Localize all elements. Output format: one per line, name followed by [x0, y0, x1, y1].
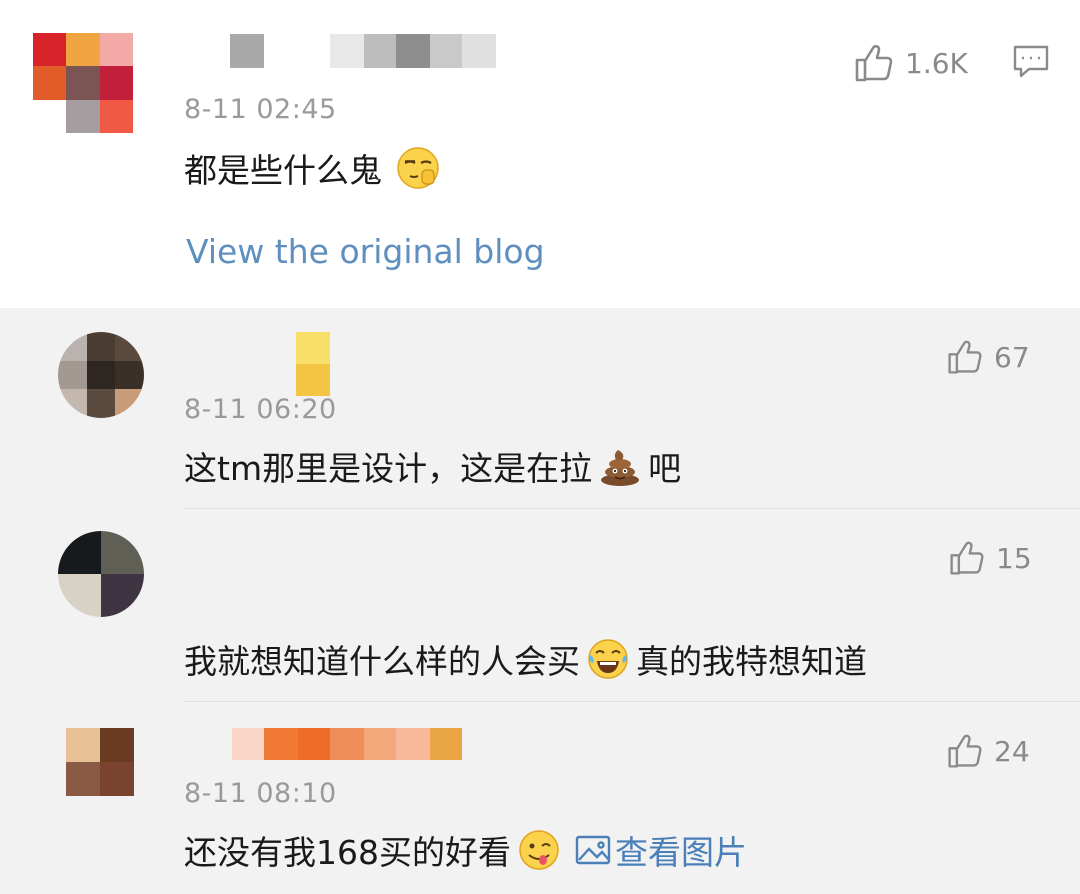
comment-text-content: 我就想知道什么样的人会买 [184, 642, 580, 681]
thumb-up-icon [855, 44, 893, 82]
image-icon [575, 835, 611, 865]
thumb-up-icon [948, 340, 982, 374]
hand-over-mouth-emoji [397, 147, 439, 189]
comment-text-suffix: 吧 [648, 449, 682, 488]
comment-time: 8-11 06:20 [184, 394, 337, 425]
comment-text-content: 都是些什么鬼 [184, 151, 382, 190]
comment-text-suffix: 真的我特想知道 [636, 642, 867, 681]
like-count: 24 [994, 734, 1030, 768]
username-blurred[interactable] [232, 728, 462, 760]
list-item: 24 8-11 08:10 还没有我168买的好看 查看图片 [0, 702, 1080, 894]
avatar[interactable] [58, 332, 144, 418]
thumb-up-icon [948, 734, 982, 768]
comment-icon[interactable] [1012, 44, 1050, 80]
poop-emoji [601, 450, 640, 486]
comment-text-content: 这tm那里是设计，这是在拉 [184, 449, 593, 488]
like-count: 15 [996, 541, 1032, 575]
comment-text: 都是些什么鬼 [184, 144, 446, 192]
avatar[interactable] [33, 33, 133, 133]
view-original-blog-link[interactable]: View the original blog [186, 232, 545, 271]
comment-text: 这tm那里是设计，这是在拉 吧 [184, 442, 681, 490]
list-item: 15 我就想知道什么样的人会买 真的我特想知道 [0, 509, 1080, 701]
like-count: 67 [994, 340, 1030, 374]
view-image-link[interactable]: 查看图片 [575, 826, 747, 874]
list-item: 67 8-11 06:20 这tm那里是设计，这是在拉 吧 [0, 308, 1080, 508]
comment-text: 还没有我168买的好看 查看图片 [184, 826, 747, 874]
username-blurred[interactable] [296, 332, 330, 396]
like-button[interactable]: 67 [946, 338, 1030, 376]
like-button[interactable]: 1.6K [853, 42, 968, 84]
comment-time: 8-11 02:45 [184, 94, 337, 125]
avatar[interactable] [66, 728, 134, 796]
yum-emoji [519, 830, 559, 870]
like-button[interactable]: 24 [946, 732, 1030, 770]
view-image-label: 查看图片 [615, 833, 747, 872]
comment-time: 8-11 08:10 [184, 778, 337, 809]
tears-of-joy-emoji [588, 639, 628, 679]
username-blurred[interactable] [230, 34, 496, 68]
avatar[interactable] [58, 531, 144, 617]
comment-text: 我就想知道什么样的人会买 真的我特想知道 [184, 635, 867, 683]
comment-text-content: 还没有我168买的好看 [184, 833, 511, 872]
thumb-up-icon [950, 541, 984, 575]
main-comment: 1.6K 8-11 02:45 都是些什么鬼 View the original… [0, 0, 1080, 308]
like-button[interactable]: 15 [948, 539, 1032, 577]
like-count: 1.6K [905, 46, 968, 80]
